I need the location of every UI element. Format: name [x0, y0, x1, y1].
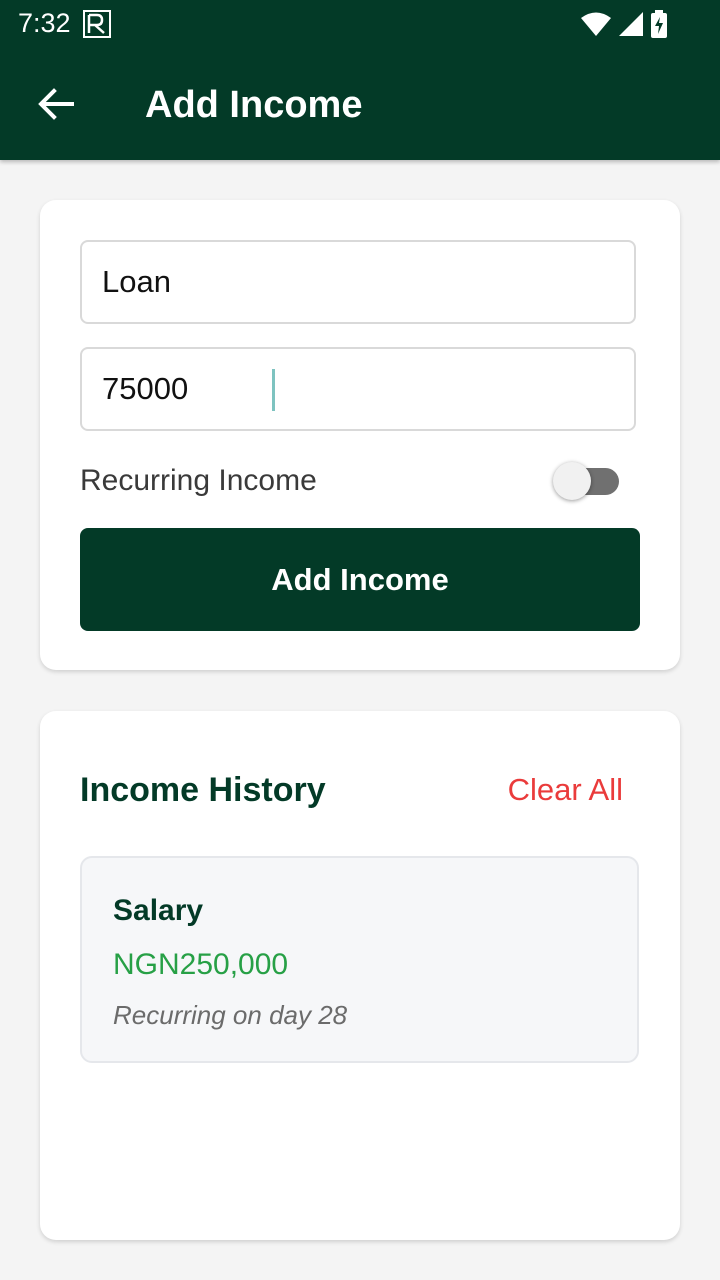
- income-name-input[interactable]: [82, 242, 634, 322]
- income-history-title: Income History: [80, 771, 326, 809]
- signal-icon: [618, 11, 644, 42]
- app-bar: 7:32 Add Income: [0, 0, 720, 160]
- income-name-field[interactable]: [80, 240, 636, 324]
- battery-charging-icon: [650, 10, 668, 43]
- recurring-income-toggle[interactable]: [553, 462, 623, 502]
- text-cursor: [272, 369, 275, 411]
- income-item-recurring: Recurring on day 28: [113, 1000, 348, 1030]
- arrow-left-icon: [38, 87, 74, 125]
- back-button[interactable]: [28, 82, 84, 130]
- income-history-card: Income History Clear All Salary NGN250,0…: [40, 711, 680, 1240]
- wifi-icon: [580, 11, 612, 42]
- clear-all-button[interactable]: Clear All: [508, 772, 623, 808]
- list-item[interactable]: Salary NGN250,000 Recurring on day 28: [80, 856, 639, 1063]
- status-time: 7:32: [18, 8, 71, 38]
- app-notification-icon: [82, 9, 112, 39]
- toggle-thumb: [553, 462, 591, 500]
- add-income-button[interactable]: Add Income: [80, 528, 640, 631]
- income-item-name: Salary: [113, 894, 204, 927]
- status-icons: [580, 10, 668, 43]
- income-item-amount: NGN250,000: [113, 948, 289, 981]
- recurring-income-label: Recurring Income: [80, 464, 317, 497]
- income-amount-input[interactable]: [82, 349, 634, 429]
- add-income-card: Recurring Income Add Income: [40, 200, 680, 670]
- page-title: Add Income: [145, 84, 363, 126]
- income-amount-field[interactable]: [80, 347, 636, 431]
